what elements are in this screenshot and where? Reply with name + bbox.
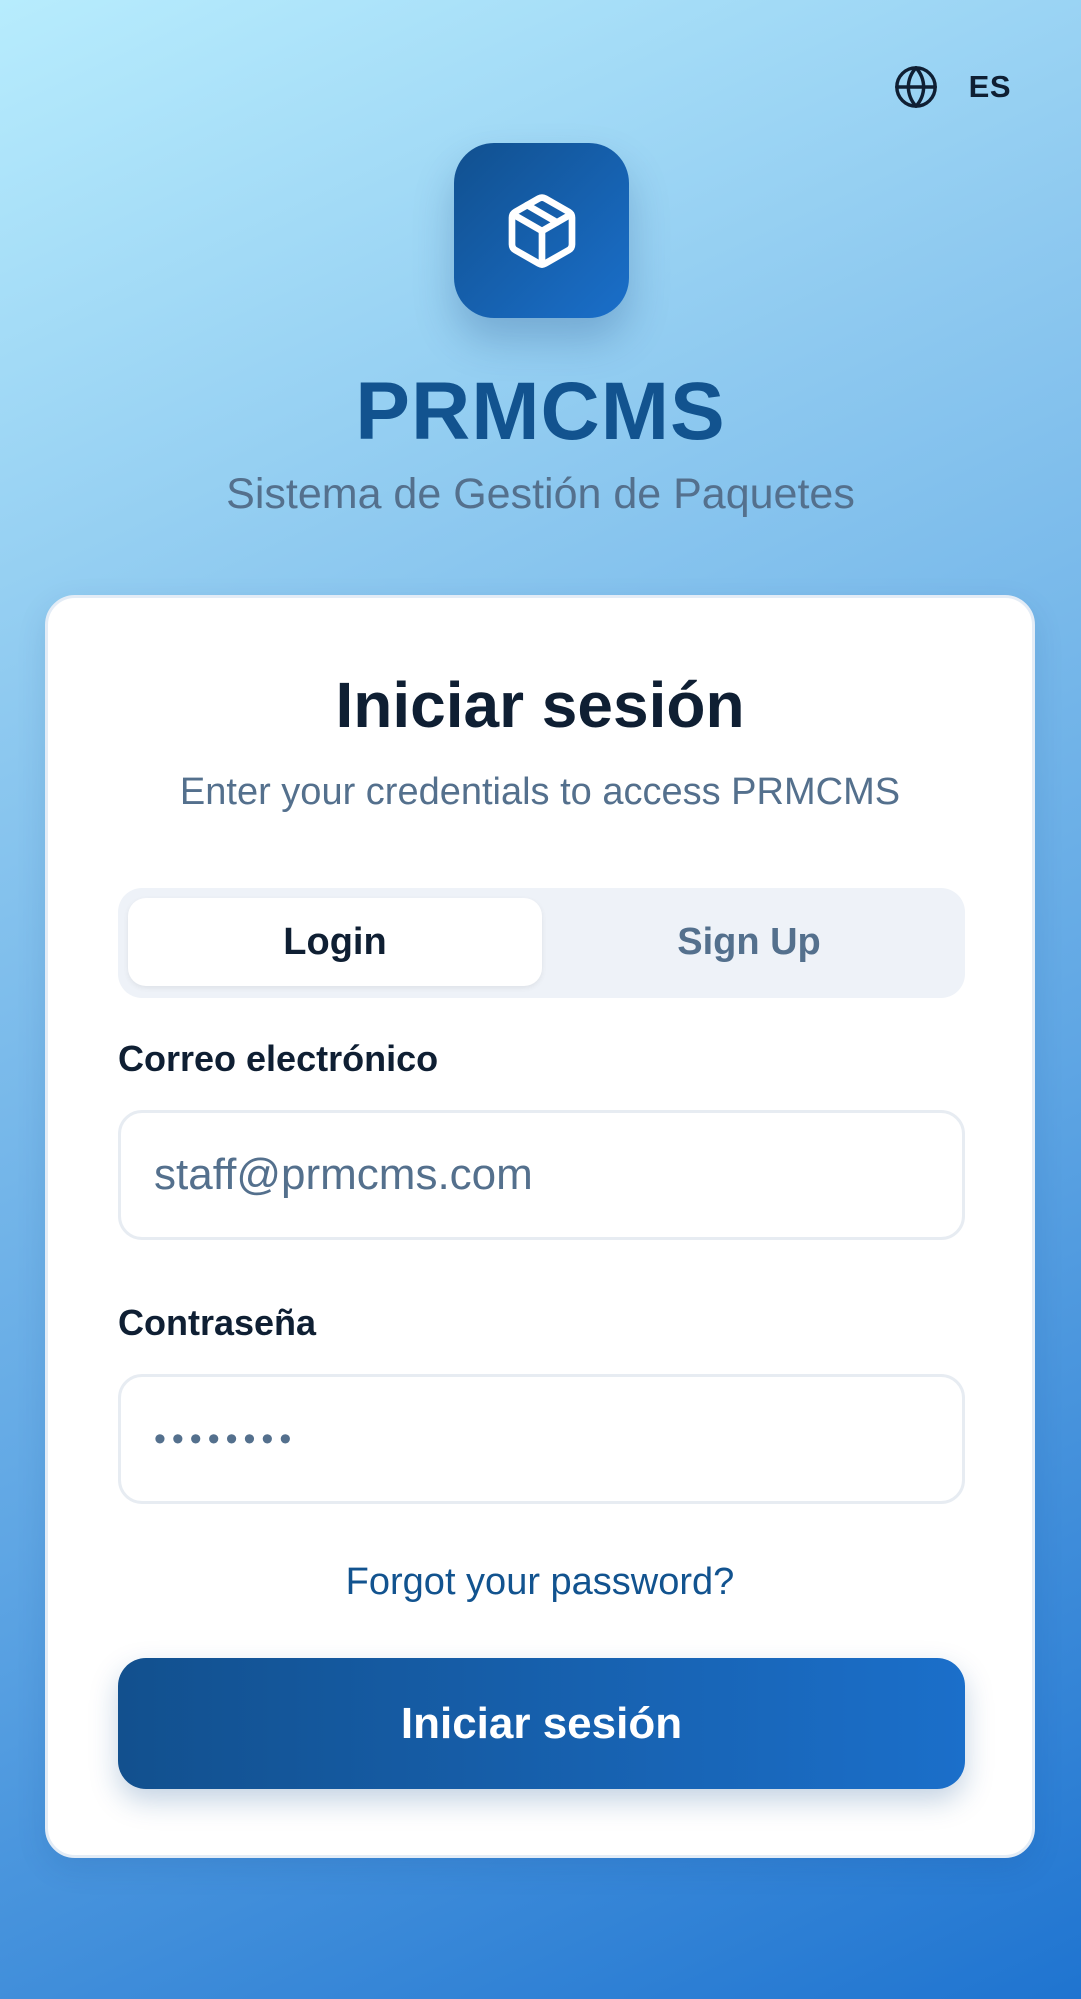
app-title: PRMCMS xyxy=(355,366,726,457)
app-logo xyxy=(454,143,629,318)
tab-login[interactable]: Login xyxy=(128,898,542,986)
language-label: ES xyxy=(968,69,1011,104)
globe-icon xyxy=(894,66,937,108)
password-value: •••••••• xyxy=(154,1419,298,1458)
email-field[interactable]: staff@prmcms.com xyxy=(118,1110,965,1240)
email-label: Correo electrónico xyxy=(118,1038,439,1079)
sign-in-button[interactable]: Iniciar sesión xyxy=(118,1658,965,1789)
language-selector[interactable]: ES xyxy=(893,64,1011,110)
forgot-password-link[interactable]: Forgot your password? xyxy=(48,1561,1032,1604)
email-value: staff@prmcms.com xyxy=(154,1150,533,1199)
app-subtitle: Sistema de Gestión de Paquetes xyxy=(226,470,855,518)
package-icon xyxy=(508,193,575,268)
password-field[interactable]: •••••••• xyxy=(118,1374,965,1504)
card-title: Iniciar sesión xyxy=(335,669,745,741)
password-label: Contraseña xyxy=(118,1302,317,1343)
login-card: Iniciar sesión Enter your credentials to… xyxy=(45,595,1035,1858)
card-subtitle: Enter your credentials to access PRMCMS xyxy=(179,771,901,813)
tab-sign-up[interactable]: Sign Up xyxy=(542,898,956,986)
auth-tabs: Login Sign Up xyxy=(118,888,965,998)
